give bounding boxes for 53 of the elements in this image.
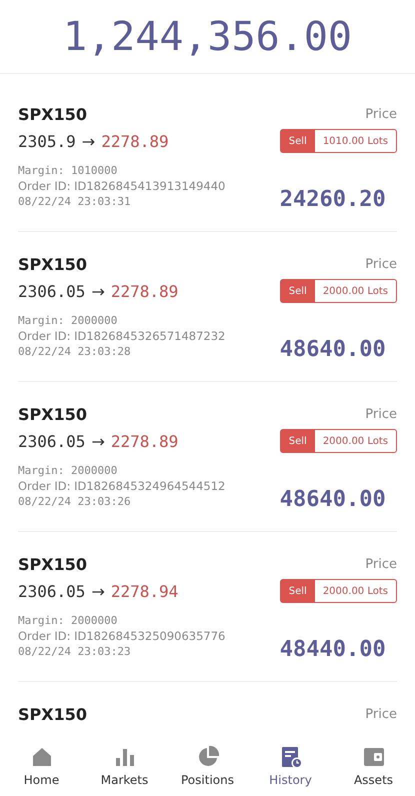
arrow-icon: → [82,132,96,150]
balance-amount: 1,244,356.00 [63,14,352,60]
close-price: 2278.89 [110,432,178,450]
margin-text: Margin: 1010000 [18,164,118,177]
margin-text: Margin: 2000000 [18,314,118,327]
symbol-name: SPX150 [18,254,88,276]
order-amount: 48640.00 [280,487,387,512]
margin-text: Margin: 2000000 [18,464,118,477]
open-price: 2306.05 [18,582,86,600]
symbol-name: SPX150 [18,104,88,126]
side-label: Sell [280,280,315,302]
order-time: 08/22/24 23:03:31 [18,195,132,208]
close-price: 2278.94 [110,582,178,600]
close-price: 2278.89 [101,132,169,150]
order-id-text: Order ID: ID1826845413913149440 [18,179,226,193]
lots-label: 1010.00 Lots [322,134,389,148]
price-label: Price [364,106,397,124]
side-label: Sell [280,130,315,152]
arrow-icon: → [91,282,105,300]
order-id-text: Order ID: ID1826845325090635776 [18,629,226,643]
price-label: Price [364,256,397,274]
nav-tab[interactable]: Home [0,736,83,796]
lots-label: 2000.00 Lots [322,284,389,298]
side-label: Sell [280,580,315,602]
price-label: Price [365,706,397,724]
order-id-text: Order ID: ID1826845326571487232 [18,329,226,343]
lots-label: 2000.00 Lots [322,584,389,598]
open-price: 2305.9 [18,132,76,150]
close-price: 2278.89 [110,282,178,300]
order-time: 08/22/24 23:03:28 [18,345,132,358]
open-price: 2306.05 [18,432,86,450]
arrow-icon: → [91,432,105,450]
nav-tab[interactable]: Positions [166,736,249,796]
order-time: 08/22/24 23:03:23 [18,645,132,658]
nav-tab[interactable]: Markets [83,736,166,796]
order-amount: 48640.00 [280,337,387,362]
price-label: Price [364,556,397,574]
symbol-name: SPX150 [18,554,88,576]
side-label: Sell [280,430,315,452]
symbol-name: SPX150 [18,404,88,426]
open-price: 2306.05 [18,282,86,300]
lots-label: 2000.00 Lots [322,434,389,448]
margin-text: Margin: 2000000 [18,614,118,627]
order-time: 08/22/24 23:03:26 [18,495,132,508]
nav-tab[interactable]: Assets [332,736,415,796]
order-id-text: Order ID: ID1826845324964544512 [18,479,226,493]
wallet-icon [362,745,386,769]
arrow-icon: → [91,582,105,600]
order-amount: 48440.00 [280,637,387,662]
nav-tab[interactable]: History [249,736,332,796]
order-amount: 24260.20 [280,187,387,212]
price-label: Price [364,406,397,424]
symbol-name: SPX150 [18,704,88,726]
